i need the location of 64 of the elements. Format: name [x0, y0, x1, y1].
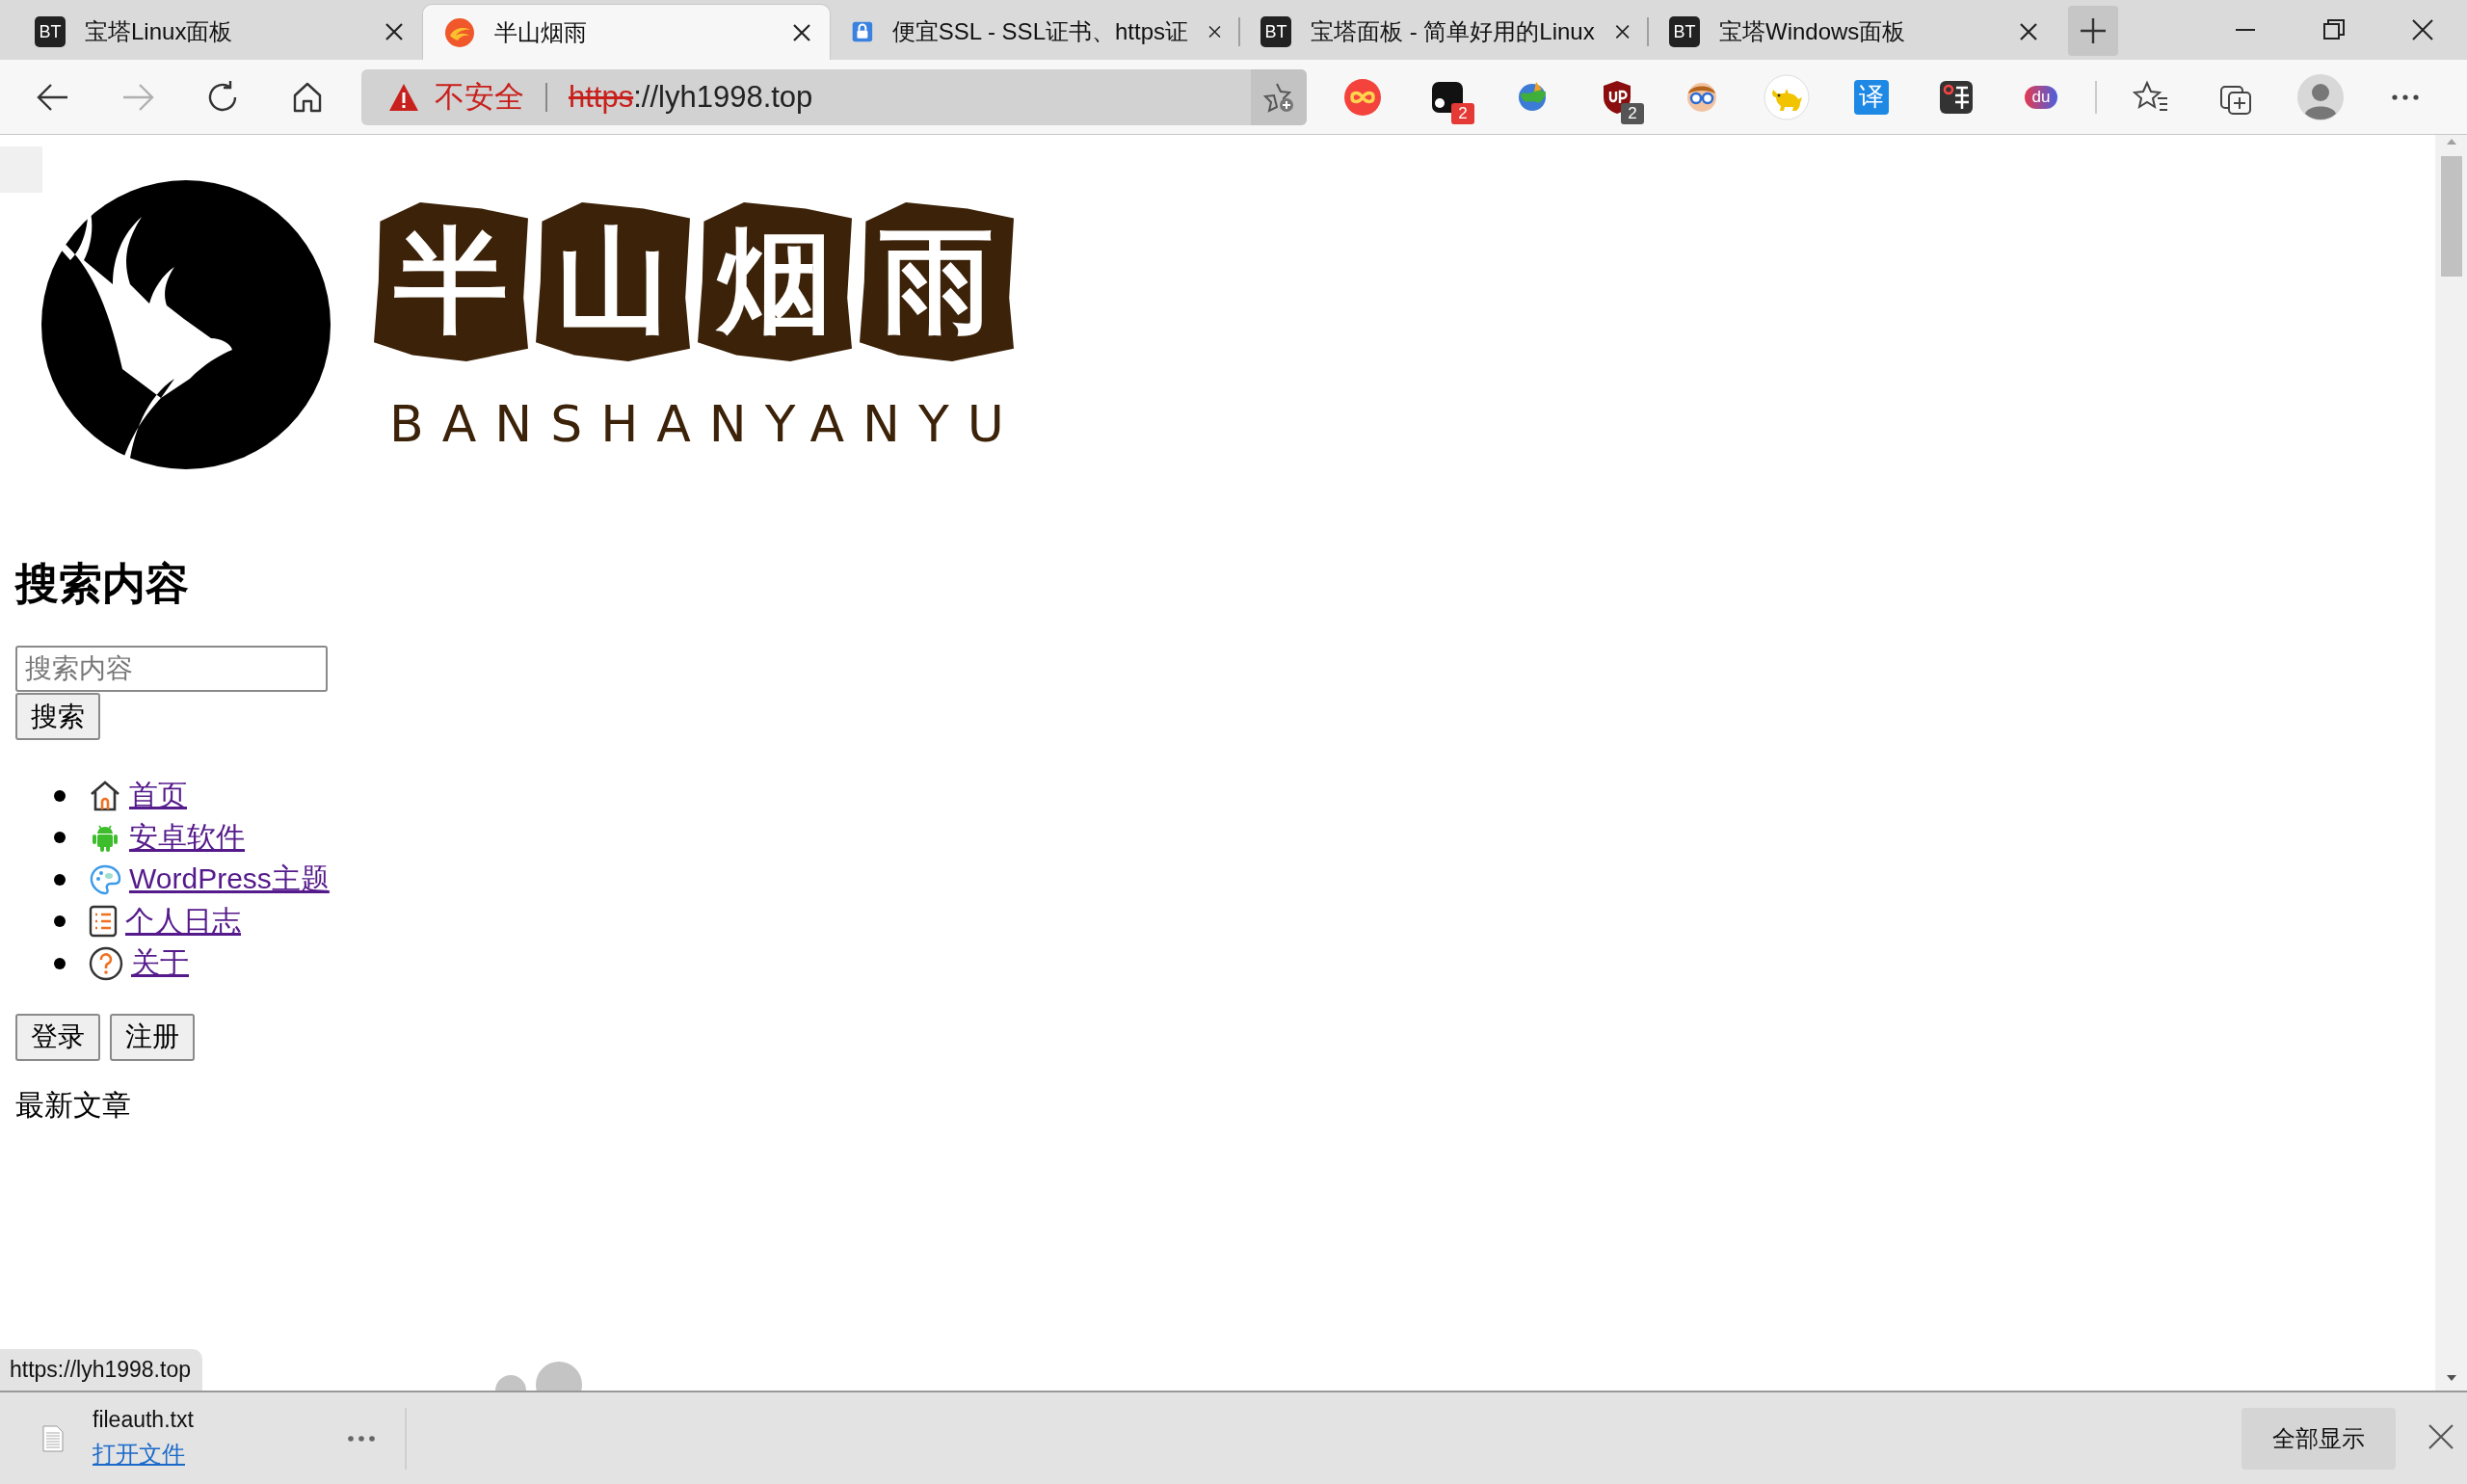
bullet-icon — [54, 915, 66, 928]
register-button[interactable]: 注册 — [110, 1013, 195, 1061]
house-icon — [89, 779, 121, 812]
bullet-icon — [54, 873, 66, 886]
close-icon[interactable] — [384, 21, 405, 42]
search-heading: 搜索内容 — [15, 558, 190, 610]
nav-link[interactable]: 个人日志 — [125, 901, 241, 941]
nav-link[interactable]: 安卓软件 — [129, 817, 245, 858]
restore-icon — [2322, 18, 2346, 41]
count-badge: 2 — [1451, 102, 1474, 124]
infinity-icon — [1343, 77, 1382, 117]
logo-subtitle: BANSHANYANYU — [389, 395, 1022, 453]
login-button[interactable]: 登录 — [15, 1013, 100, 1061]
more-icon — [347, 1435, 376, 1443]
extension-button[interactable]: 2 — [1419, 67, 1476, 126]
cat-icon — [1764, 73, 1810, 120]
open-file-link[interactable]: 打开文件 — [93, 1439, 185, 1470]
logo-title: 半山烟雨 — [374, 202, 1014, 361]
show-all-button[interactable]: 全部显示 — [2242, 1407, 2396, 1470]
security-warning[interactable]: 不安全 — [435, 76, 524, 118]
palette-icon — [89, 862, 121, 896]
document-icon — [42, 1424, 64, 1452]
browser-tab[interactable]: BT 宝塔Windows面板 — [1648, 4, 2056, 60]
download-filename: fileauth.txt — [93, 1407, 195, 1433]
nav-link[interactable]: 首页 — [129, 776, 187, 816]
browser-tab[interactable]: BT 宝塔Linux面板 — [13, 4, 422, 60]
more-icon — [2392, 93, 2419, 100]
browser-tab[interactable]: 半山烟雨 — [422, 4, 831, 60]
bullet-icon — [54, 832, 66, 844]
list-icon — [89, 905, 118, 939]
close-window-icon — [2411, 18, 2434, 41]
avatar-icon — [2296, 72, 2345, 121]
warning-icon — [388, 82, 419, 112]
bullet-icon — [54, 957, 66, 969]
close-icon — [2428, 1424, 2454, 1449]
extension-button[interactable]: 译 — [1843, 67, 1900, 126]
site-favicon: BT — [1669, 16, 1700, 47]
add-favorite-button[interactable] — [1251, 68, 1307, 125]
pill-icon: du — [2024, 85, 2058, 109]
browser-tab[interactable]: BT 宝塔面板 - 简单好用的Linux — [1239, 4, 1648, 60]
nav-link[interactable]: WordPress主题 — [129, 860, 330, 900]
browser-tab[interactable]: 便宜SSL - SSL证书、https证 — [831, 4, 1239, 60]
site-favicon: BT — [35, 16, 66, 47]
bullet-icon — [54, 789, 66, 802]
close-icon[interactable] — [2018, 21, 2039, 42]
translate-icon: 译 — [1854, 79, 1889, 115]
section-title: 最新文章 — [15, 1087, 132, 1123]
nav-link[interactable]: 关于 — [131, 943, 189, 984]
new-tab-button[interactable] — [2068, 6, 2118, 56]
url-text: https://lyh1998.top — [569, 79, 813, 115]
extension-button[interactable]: 2 — [1588, 67, 1646, 126]
count-badge: 2 — [1621, 102, 1644, 124]
minimize-icon — [2236, 29, 2255, 31]
extension-button[interactable]: du — [2012, 67, 2070, 126]
scrollbar-thumb[interactable] — [2440, 156, 2462, 277]
address-bar[interactable]: 不安全 https://lyh1998.top — [361, 68, 1307, 125]
search-field[interactable]: 搜索内容 — [15, 646, 328, 692]
close-icon[interactable] — [791, 21, 812, 43]
question-icon — [89, 945, 123, 981]
plus-icon — [2080, 17, 2107, 44]
site-favicon: BT — [1260, 16, 1291, 47]
search-button[interactable]: 搜索 — [15, 693, 100, 740]
swirl-favicon-icon — [444, 16, 475, 48]
status-url: https://lyh1998.top — [0, 1349, 202, 1391]
